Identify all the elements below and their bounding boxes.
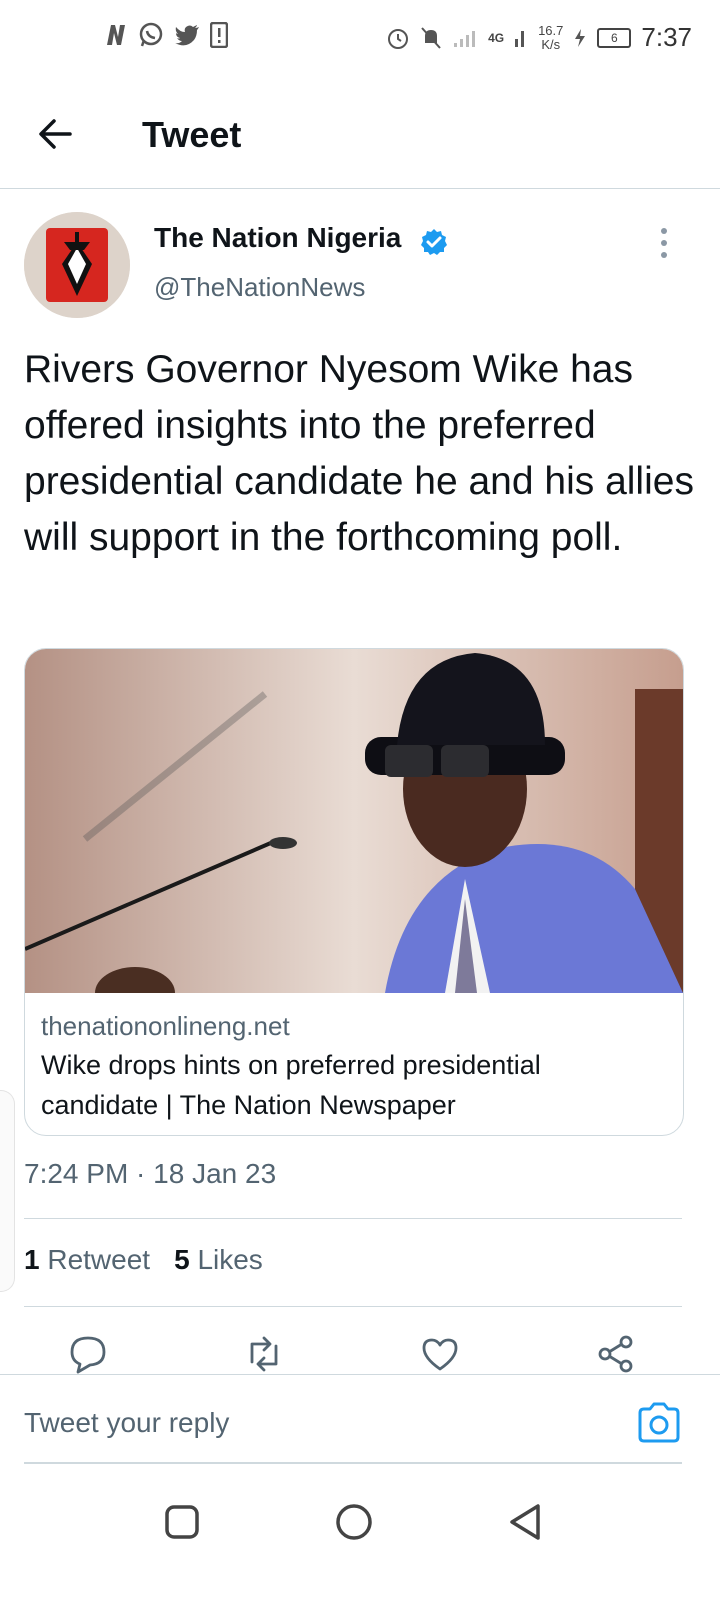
- notification-icons: [104, 22, 228, 48]
- app-header: Tweet: [0, 80, 720, 189]
- whatsapp-icon: [139, 22, 163, 47]
- author-handle[interactable]: @TheNationNews: [154, 272, 365, 303]
- signal-weak-icon: [454, 30, 476, 47]
- tweet-actions: [0, 1330, 720, 1374]
- back-triangle-icon[interactable]: [506, 1502, 546, 1542]
- card-photo: [25, 649, 683, 993]
- netflix-icon: [107, 25, 125, 45]
- system-navigation-bar: [0, 1480, 720, 1600]
- battery-indicator: 6: [597, 27, 632, 48]
- verified-badge-icon: [421, 229, 447, 255]
- retweet-icon[interactable]: [244, 1334, 284, 1374]
- divider: [24, 1218, 682, 1219]
- engagement-stats: 1 Retweet 5 Likes: [24, 1244, 263, 1276]
- status-bar: 4G 16.7 K/s 6 7:37: [0, 0, 720, 80]
- back-arrow-icon[interactable]: [34, 112, 78, 156]
- mute-icon: [421, 26, 441, 49]
- alarm-icon: [388, 28, 409, 49]
- avatar[interactable]: [24, 212, 130, 318]
- like-icon[interactable]: [420, 1334, 460, 1374]
- edge-panel-handle[interactable]: [0, 1090, 15, 1292]
- share-icon[interactable]: [596, 1334, 636, 1374]
- clock: 7:37: [641, 22, 692, 52]
- twitter-icon: [175, 25, 199, 46]
- tweet-text: Rivers Governor Nyesom Wike has offered …: [24, 348, 694, 559]
- page-title: Tweet: [142, 114, 242, 155]
- alert-icon: [210, 22, 228, 48]
- camera-icon[interactable]: [636, 1401, 682, 1443]
- card-title: Wike drops hints on preferred presidenti…: [41, 1050, 541, 1120]
- retweets-stat[interactable]: 1 Retweet: [24, 1244, 150, 1276]
- reply-bar: Tweet your reply: [0, 1374, 720, 1465]
- more-options-icon[interactable]: [652, 226, 676, 260]
- recents-square-icon[interactable]: [162, 1502, 202, 1542]
- reply-underline: [24, 1462, 682, 1464]
- signal-icon: [515, 30, 525, 47]
- divider: [24, 1306, 682, 1307]
- charging-icon: [575, 28, 586, 47]
- home-circle-icon[interactable]: [334, 1502, 374, 1542]
- network-type: 4G: [488, 30, 505, 45]
- likes-stat[interactable]: 5 Likes: [174, 1244, 263, 1276]
- network-speed: 16.7 K/s: [538, 22, 564, 52]
- nation-logo-icon: [24, 212, 130, 318]
- card-domain: thenationonlineng.net: [41, 1011, 290, 1041]
- link-card[interactable]: thenationonlineng.net Wike drops hints o…: [24, 648, 684, 1136]
- reply-input[interactable]: Tweet your reply: [24, 1407, 229, 1439]
- reply-icon[interactable]: [68, 1334, 108, 1374]
- author-name[interactable]: The Nation Nigeria: [154, 222, 401, 254]
- tweet-timestamp: 7:24 PM · 18 Jan 23: [24, 1158, 277, 1189]
- system-status: 4G 16.7 K/s 6 7:37: [386, 22, 692, 53]
